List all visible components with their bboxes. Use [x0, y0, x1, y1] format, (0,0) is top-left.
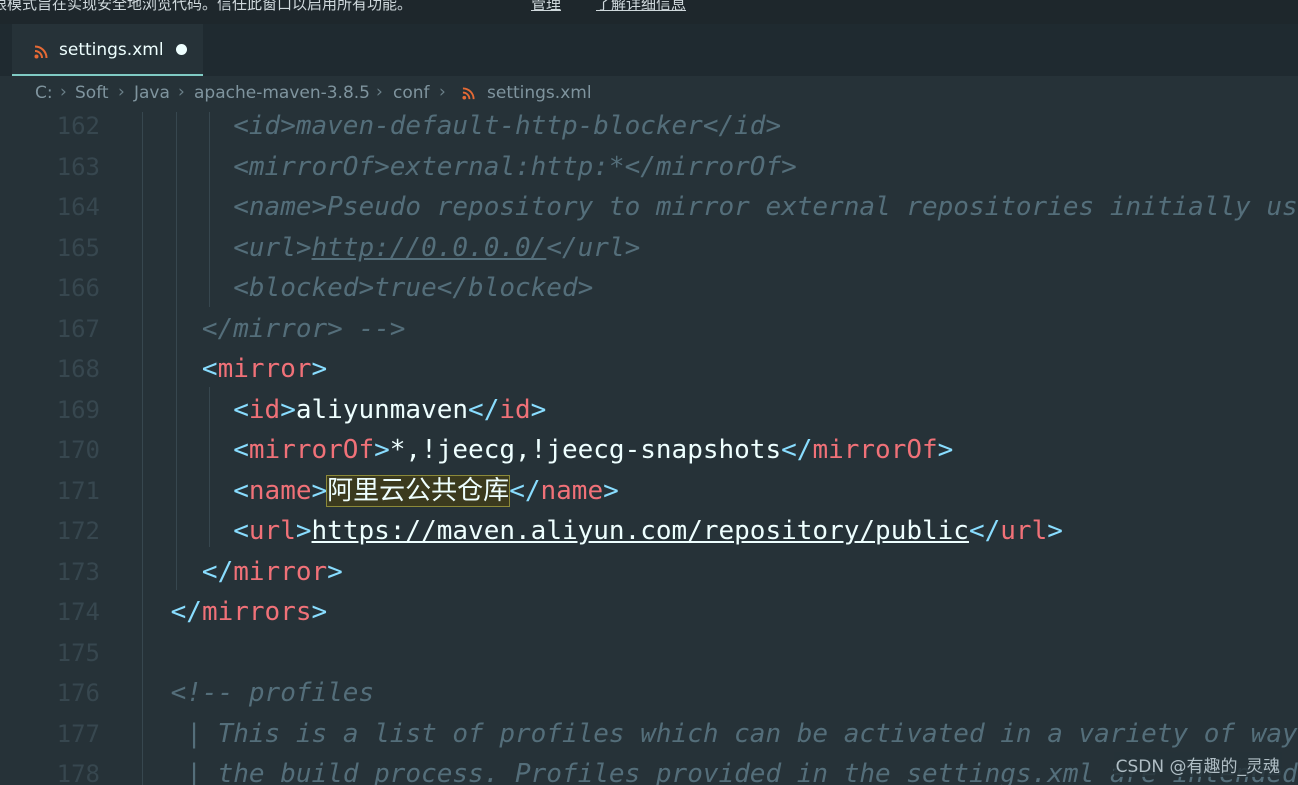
breadcrumb-separator: ›: [178, 82, 185, 102]
breadcrumb-separator: ›: [439, 82, 446, 102]
line-number: 169: [56, 395, 100, 424]
comment-text: <name>Pseudo repository to mirror extern…: [233, 192, 1298, 222]
code-line: | This is a list of profiles which can b…: [108, 714, 1298, 755]
comment-text: </url>: [546, 232, 641, 263]
comment-text: <mirrorOf>external:http:*</mirrorOf>: [233, 151, 797, 182]
line-number: 173: [56, 557, 100, 586]
code-editor[interactable]: 162 163 164 165 166 167 168 169 170 171 …: [0, 112, 1298, 785]
breadcrumb-java[interactable]: Java: [134, 83, 170, 103]
line-number-gutter: 162 163 164 165 166 167 168 169 170 171 …: [0, 112, 100, 785]
rss-icon: [462, 87, 475, 100]
xml-tag: url: [1000, 516, 1048, 546]
xml-tag: name: [540, 475, 604, 506]
comment-text: <url>: [233, 232, 312, 263]
line-number: 166: [56, 274, 100, 302]
code-line: <mirrorOf>external:http:*</mirrorOf>: [108, 147, 1298, 188]
banner-message: 限模式旨在实现安全地浏览代码。信任此窗口以启用所有功能。: [0, 0, 413, 13]
restricted-mode-banner: 限模式旨在实现安全地浏览代码。信任此窗口以启用所有功能。 管理 了解详细信息: [0, 0, 1298, 24]
comment-text: <blocked>true</blocked>: [233, 273, 594, 303]
line-number: 163: [56, 152, 100, 181]
line-number: 178: [56, 760, 100, 785]
rss-icon: [34, 44, 48, 63]
csdn-watermark: CSDN @有趣的_灵魂: [1113, 752, 1282, 777]
code-line: <id>maven-default-http-blocker</id>: [108, 112, 1298, 147]
line-number: 164: [56, 193, 100, 221]
line-number: 174: [56, 598, 100, 626]
unsaved-dot-icon[interactable]: [176, 44, 187, 55]
code-line: <url>http://0.0.0.0/</url>: [108, 228, 1298, 269]
highlighted-xml-value: 阿里云公共仓库: [326, 474, 511, 507]
comment-text: </mirror> -->: [201, 313, 406, 344]
url-link[interactable]: https://maven.aliyun.com/repository/publ…: [312, 516, 969, 546]
xml-tag: mirror: [217, 354, 312, 384]
code-area[interactable]: <id>maven-default-http-blocker</id> <mir…: [108, 112, 1298, 785]
breadcrumb-separator: ›: [60, 82, 67, 102]
breadcrumb-separator: ›: [376, 82, 383, 102]
code-line: <id>aliyunmaven</id>: [233, 394, 547, 425]
breadcrumb-conf[interactable]: conf: [393, 83, 430, 103]
breadcrumb-drive[interactable]: C:: [35, 83, 53, 103]
xml-tag: mirrorOf: [248, 435, 375, 465]
comment-text: | This is a list of profiles which can b…: [186, 718, 1298, 749]
breadcrumb: C: › Soft › Java › apache-maven-3.8.5 › …: [0, 76, 1298, 112]
xml-tag: id: [499, 394, 531, 425]
editor-tab-bar: settings.xml: [0, 24, 1298, 76]
xml-tag: mirror: [233, 556, 328, 587]
code-line: <mirror>: [201, 354, 328, 384]
line-number: 168: [56, 355, 100, 383]
line-number: 171: [56, 476, 100, 505]
line-number: 162: [56, 112, 100, 140]
code-line: </mirror> -->: [108, 309, 1298, 350]
comment-text: <!-- profiles: [170, 678, 375, 708]
code-line: <!-- profiles: [108, 673, 1298, 714]
xml-value: *,!jeecg,!jeecg-snapshots: [389, 435, 782, 465]
comment-text: <id>maven-default-http-blocker</id>: [233, 112, 782, 141]
manage-link[interactable]: 管理: [531, 0, 561, 12]
breadcrumb-separator: ›: [118, 82, 125, 102]
code-line: </mirror>: [201, 556, 343, 587]
breadcrumb-soft[interactable]: Soft: [75, 83, 109, 103]
xml-tag: id: [248, 394, 281, 425]
xml-tag: url: [248, 516, 296, 546]
code-line: <url>https://maven.aliyun.com/repository…: [233, 516, 1063, 546]
breadcrumb-apache-maven[interactable]: apache-maven-3.8.5: [194, 83, 370, 103]
breadcrumb-settings-xml[interactable]: settings.xml: [487, 83, 592, 103]
line-number: 176: [56, 679, 100, 707]
code-line: <blocked>true</blocked>: [108, 268, 1298, 309]
line-number: 170: [56, 436, 100, 464]
line-number: 172: [56, 517, 100, 545]
line-number: 175: [56, 638, 100, 667]
xml-tag: name: [248, 475, 312, 506]
tab-settings-xml[interactable]: settings.xml: [12, 24, 203, 76]
tab-filename: settings.xml: [59, 40, 164, 60]
learn-more-link[interactable]: 了解详细信息: [596, 0, 686, 12]
line-number: 165: [56, 233, 100, 262]
xml-tag: mirrors: [201, 597, 312, 627]
code-line: <name>阿里云公共仓库</name>: [233, 474, 619, 507]
xml-tag: mirrorOf: [812, 435, 938, 465]
code-line: <mirrorOf>*,!jeecg,!jeecg-snapshots</mir…: [233, 435, 954, 465]
line-number: 177: [56, 719, 100, 748]
comment-url-link[interactable]: http://0.0.0.0/: [312, 233, 547, 263]
code-line: </mirrors>: [170, 597, 328, 627]
line-number: 167: [56, 314, 100, 343]
code-line: <name>Pseudo repository to mirror extern…: [108, 187, 1298, 228]
xml-value: aliyunmaven: [295, 394, 469, 425]
